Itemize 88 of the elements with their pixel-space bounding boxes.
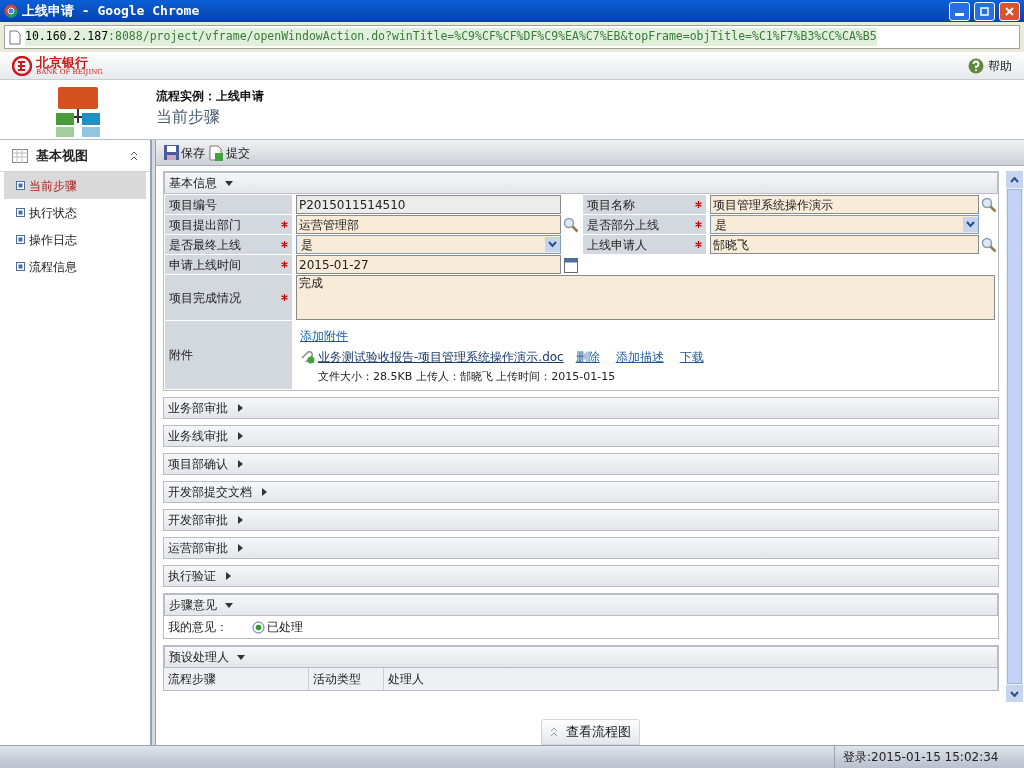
collapse-icon[interactable] xyxy=(130,150,138,161)
page-heading: 当前步骤 xyxy=(156,106,221,128)
sidebar-item[interactable]: 执行状态 xyxy=(4,199,146,226)
column-header: 流程步骤 xyxy=(164,668,309,690)
sidebar-item[interactable]: 流程信息 xyxy=(4,253,146,280)
search-icon[interactable] xyxy=(981,196,997,213)
help-button[interactable]: 帮助 xyxy=(968,56,1012,75)
sidebar-item[interactable]: 当前步骤 xyxy=(4,172,146,199)
logo-icon xyxy=(12,55,32,76)
column-header: 活动类型 xyxy=(309,668,384,690)
workflow-icon xyxy=(56,87,100,139)
field-label: 项目提出部门 xyxy=(169,216,241,234)
maximize-button[interactable] xyxy=(974,1,995,21)
file-link[interactable]: 业务测试验收报告-项目管理系统操作演示.doc xyxy=(318,348,564,366)
section-header[interactable]: 开发部审批 xyxy=(163,509,999,531)
browser-logo-icon xyxy=(4,4,18,18)
required-icon xyxy=(695,221,702,228)
field-label: 上线申请人 xyxy=(587,236,647,254)
input-field[interactable]: 运营管理部 xyxy=(296,215,561,234)
bullet-icon xyxy=(16,208,25,217)
section-header[interactable]: 基本信息 xyxy=(164,172,998,194)
page-icon xyxy=(9,29,21,45)
file-action-link[interactable]: 添加描述 xyxy=(615,348,664,366)
search-icon[interactable] xyxy=(981,236,997,253)
document-check-icon xyxy=(209,144,224,161)
required-icon xyxy=(695,241,702,248)
paperclip-icon xyxy=(300,350,316,364)
section-header[interactable]: 项目部确认 xyxy=(163,453,999,475)
search-icon[interactable] xyxy=(563,216,579,233)
input-field[interactable]: 项目管理系统操作演示 xyxy=(710,195,979,214)
chevron-down-icon xyxy=(545,237,560,252)
input-field[interactable]: 郜晓飞 xyxy=(710,235,979,254)
grid-icon xyxy=(12,148,28,163)
maximize-icon xyxy=(980,6,989,16)
field-label: 申请上线时间 xyxy=(169,256,241,274)
section-header[interactable]: 步骤意见 xyxy=(164,594,998,616)
close-button[interactable] xyxy=(999,1,1020,21)
field-label: 是否部分上线 xyxy=(587,216,659,234)
opinion-label: 我的意见： xyxy=(168,619,228,636)
section-header[interactable]: 运营部审批 xyxy=(163,537,999,559)
calendar-icon[interactable] xyxy=(564,256,578,273)
scrollbar[interactable] xyxy=(1006,171,1023,702)
field-label: 项目编号 xyxy=(169,196,217,214)
column-header: 处理人 xyxy=(384,668,998,690)
window-title: 上线申请 - Google Chrome xyxy=(22,2,201,21)
radio-option[interactable]: 已处理 xyxy=(252,618,303,636)
select-field[interactable]: 是 xyxy=(296,235,561,254)
required-icon xyxy=(281,261,288,268)
section-header[interactable]: 预设处理人 xyxy=(164,646,998,668)
field-label: 附件 xyxy=(165,321,292,389)
bullet-icon xyxy=(16,181,25,190)
bullet-icon xyxy=(16,262,25,271)
input-field[interactable]: 2015-01-27 xyxy=(296,255,561,274)
required-icon xyxy=(695,201,702,208)
save-button[interactable]: 保存 xyxy=(164,143,205,162)
add-attachment-link[interactable]: 添加附件 xyxy=(300,327,348,345)
section-header[interactable]: 开发部提交文档 xyxy=(163,481,999,503)
status-text: 登录:2015-01-15 15:02:34 xyxy=(834,746,1024,768)
section-header[interactable]: 业务线审批 xyxy=(163,425,999,447)
address-field[interactable]: 10.160.2.187:8088/project/vframe/openWindowAction.do?winTitle=%C9%CF%CF%DF%C9%EA%C7%EB&topFrame=objTitle=%C1%F7%B3%CC%CA%B5 xyxy=(4,25,1020,49)
file-details: 文件大小：28.5KB 上传人：郜晓飞 上传时间：2015-01-15 xyxy=(317,369,617,385)
close-icon xyxy=(1005,6,1014,16)
select-field[interactable]: 是 xyxy=(710,215,979,234)
field-label: 项目名称 xyxy=(587,196,635,214)
section-header[interactable]: 业务部审批 xyxy=(163,397,999,419)
minimize-icon xyxy=(955,12,964,16)
double-chevron-up-icon xyxy=(549,727,558,737)
chevron-down-icon xyxy=(963,217,978,232)
minimize-button[interactable] xyxy=(949,1,970,21)
text-area[interactable]: 完成 xyxy=(296,275,995,320)
bullet-icon xyxy=(16,235,25,244)
process-instance-label: 流程实例：上线申请 xyxy=(156,88,264,105)
required-icon xyxy=(281,294,288,301)
sidebar-item[interactable]: 操作日志 xyxy=(4,226,146,253)
chevron-up-icon xyxy=(1010,176,1019,183)
field-label: 项目完成情况 xyxy=(169,289,241,307)
required-icon xyxy=(281,221,288,228)
section-header[interactable]: 执行验证 xyxy=(163,565,999,587)
required-icon xyxy=(281,241,288,248)
help-icon xyxy=(968,57,984,74)
sidebar-title: 基本视图 xyxy=(36,146,89,165)
file-action-link[interactable]: 删除 xyxy=(575,348,600,366)
field-label: 是否最终上线 xyxy=(169,236,241,254)
submit-button[interactable]: 提交 xyxy=(209,143,250,162)
chevron-down-icon xyxy=(1010,690,1019,697)
input-field[interactable]: P2015011514510 xyxy=(296,195,561,214)
file-action-link[interactable]: 下载 xyxy=(679,348,704,366)
view-flowchart-button[interactable]: 查看流程图 xyxy=(540,719,640,745)
